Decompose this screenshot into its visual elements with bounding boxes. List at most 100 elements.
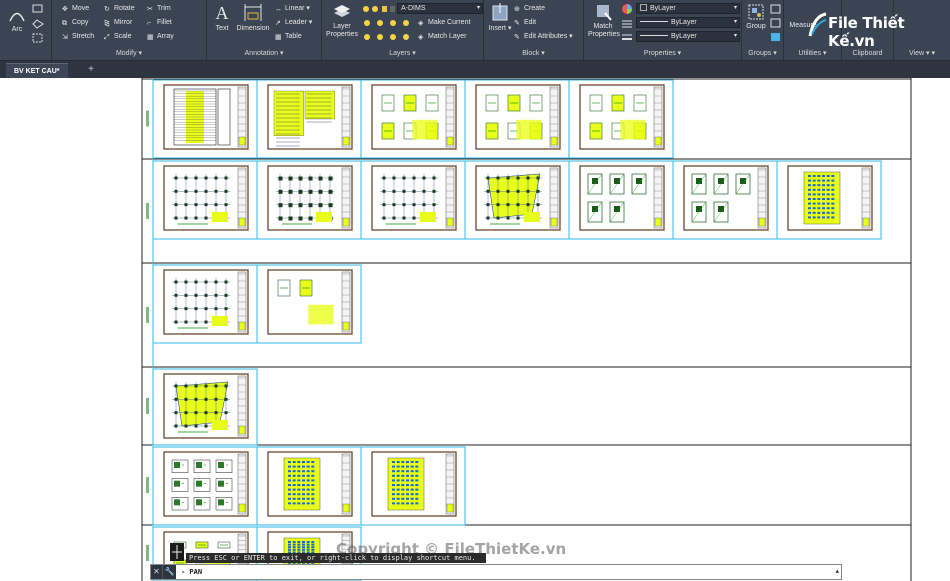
view-panel-title[interactable]: View ▾ ▾ [894, 49, 950, 59]
drawing-sheet[interactable] [256, 446, 362, 526]
match-layer-button[interactable]: ◈ Match Layer [418, 31, 467, 43]
properties-panel-title[interactable]: Properties ▾ [584, 49, 741, 59]
make-current-icon: ◈ [418, 20, 424, 27]
create-block-button[interactable]: ⊕ Create [514, 3, 545, 15]
match-properties-label-1: Match [593, 23, 613, 30]
groups-panel-title[interactable]: Groups ▾ [742, 49, 783, 59]
rotate-button[interactable]: ↻ Rotate [104, 3, 135, 15]
dimension-button[interactable]: Dimension [235, 3, 271, 33]
trim-icon: ✂ [147, 6, 153, 13]
block-panel: Insert ▾ ⊕ Create ✎ Edit ✎ Edit Attributes … [484, 0, 584, 60]
fillet-button[interactable]: ⌐ Fillet [147, 17, 172, 29]
rotate-label: Rotate [114, 5, 135, 12]
linetype-dropdown[interactable]: ByLayer ▾ [636, 17, 740, 28]
sheet-row [146, 446, 466, 526]
lineweight-icon [622, 34, 632, 40]
command-history: Press ESC or ENTER to exit, or right-cli… [186, 553, 486, 563]
array-button[interactable]: ▦ Array [147, 31, 174, 43]
make-current-button[interactable]: ◈ Make Current [418, 17, 470, 29]
move-label: Move [72, 5, 90, 12]
drawing-sheet[interactable] [152, 368, 258, 446]
drawing-sheet[interactable] [256, 79, 362, 159]
match-properties-label-2: Properties [588, 31, 620, 38]
drawing-sheet[interactable] [152, 160, 258, 240]
annotation-panel: A Text Dimension ↔ Linear ▾ ↗ Leader ▾ ▦ Ta… [207, 0, 322, 60]
match-layer-label: Match Layer [428, 33, 467, 40]
fillet-icon: ⌐ [147, 20, 152, 27]
drawing-sheet[interactable] [360, 79, 466, 159]
copy-button[interactable]: ⧉ Copy [62, 17, 88, 29]
match-properties-button[interactable]: Match Properties [588, 3, 620, 39]
customize-wrench-icon[interactable]: 🔧 [162, 565, 176, 579]
insert-button[interactable]: Insert ▾ [487, 3, 513, 33]
layer-dropdown-value: A-DIMS [401, 5, 426, 12]
row-label [146, 110, 149, 127]
insert-label: Insert [488, 25, 507, 32]
array-label: Array [157, 33, 174, 40]
drawing-sheet[interactable] [568, 160, 674, 240]
rotate-icon: ↻ [104, 6, 110, 13]
clipboard-panel-title[interactable]: Clipboard [842, 49, 893, 59]
properties-panel: Match Properties ByLayer ▾ ByLayer ▾ ByLay… [584, 0, 742, 60]
arc-button[interactable]: Arc [4, 4, 30, 34]
group-button[interactable]: Group [744, 3, 768, 31]
mirror-button[interactable]: ⧎ Mirror [104, 17, 132, 29]
drawing-sheet[interactable] [152, 446, 258, 526]
make-current-label: Make Current [428, 19, 471, 26]
text-button[interactable]: A Text [211, 3, 233, 33]
cursor-crosshair-icon [170, 543, 184, 561]
drawing-sheet[interactable] [672, 160, 778, 240]
move-button[interactable]: ✥ Move [62, 3, 89, 15]
command-history-dropdown-icon[interactable]: ▴ [835, 565, 839, 579]
tab-bv-ket-cau[interactable]: BV KET CAU* [6, 63, 68, 78]
lineweight-dropdown[interactable]: ByLayer ▾ [636, 31, 740, 42]
drawing-sheet[interactable] [152, 79, 258, 159]
lineweight-sample [640, 35, 668, 36]
drawing-sheet[interactable] [464, 160, 570, 240]
table-button[interactable]: ▦ Table [275, 31, 302, 43]
color-dropdown[interactable]: ByLayer ▾ [636, 3, 740, 14]
linear-button[interactable]: ↔ Linear ▾ [275, 3, 310, 15]
linear-label: Linear [285, 5, 305, 12]
leader-label: Leader [285, 19, 307, 26]
edit-block-button[interactable]: ✎ Edit [514, 17, 536, 29]
drawing-sheet[interactable] [360, 160, 466, 240]
drawing-sheet[interactable] [568, 79, 674, 159]
annotation-panel-title[interactable]: Annotation ▾ [207, 49, 321, 59]
sheet-row [146, 368, 258, 446]
command-input[interactable]: - PAN [181, 566, 202, 578]
edit-attributes-button[interactable]: ✎ Edit Attributes ▾ [514, 31, 573, 43]
block-panel-title[interactable]: Block ▾ [484, 49, 583, 59]
drawing-sheet[interactable] [776, 160, 882, 240]
modify-panel-title[interactable]: Modify ▾ [52, 49, 206, 59]
layer-properties-label-2: Properties [326, 31, 358, 38]
linetype-value: ByLayer [671, 19, 697, 26]
stretch-icon: ⇲ [62, 34, 68, 41]
layers-panel-title[interactable]: Layers ▾ [322, 49, 483, 59]
chevron-down-icon: ▾ [733, 19, 737, 25]
row-label [146, 307, 149, 323]
row-label [146, 545, 149, 561]
file-tab-bar: BV KET CAU* + [0, 60, 950, 78]
layer-properties-button[interactable]: Layer Properties [324, 3, 360, 39]
drawing-sheet[interactable] [256, 160, 362, 240]
group-tools-icons[interactable] [770, 4, 782, 44]
new-tab-button[interactable]: + [84, 64, 98, 76]
draw-tools-icons[interactable] [32, 4, 48, 44]
layer-dropdown[interactable]: A-DIMS ▾ [397, 3, 483, 14]
drawing-sheet[interactable] [464, 79, 570, 159]
utilities-panel-title[interactable]: Utilities ▾ [784, 49, 841, 59]
modify-panel: ✥ Move ↻ Rotate ✂ Trim ⧉ Copy ⧎ Mirror ⌐ Fille… [52, 0, 207, 60]
drawing-sheet[interactable] [360, 446, 466, 526]
drawing-canvas[interactable] [0, 78, 950, 581]
stretch-button[interactable]: ⇲ Stretch [62, 31, 94, 43]
trim-button[interactable]: ✂ Trim [147, 3, 171, 15]
model-space[interactable] [0, 78, 950, 581]
move-icon: ✥ [62, 6, 68, 13]
leader-button[interactable]: ↗ Leader ▾ [275, 17, 312, 29]
create-block-icon: ⊕ [514, 6, 520, 13]
drawing-sheet[interactable] [256, 264, 362, 344]
drawing-sheet[interactable] [152, 264, 258, 344]
close-icon[interactable]: ✕ [151, 565, 162, 579]
scale-button[interactable]: ⤢ Scale [104, 31, 132, 43]
